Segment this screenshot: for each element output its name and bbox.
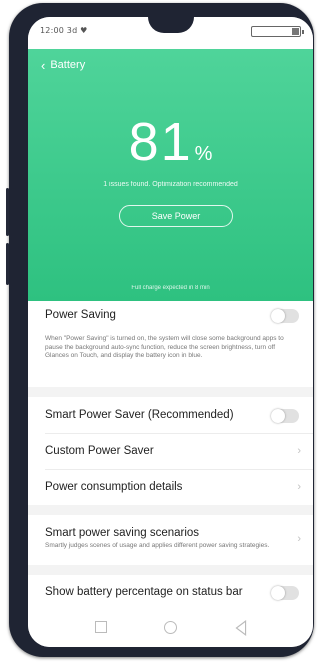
power-saving-description: When "Power Saving" is turned on, the sy…	[45, 335, 284, 359]
power-saving-toggle[interactable]	[271, 309, 299, 323]
circle-icon[interactable]	[164, 621, 177, 634]
page-title: Battery	[50, 59, 86, 71]
battery-level-fill	[292, 28, 299, 35]
smart-power-saver-row[interactable]: Smart Power Saver (Recommended)	[28, 397, 313, 433]
custom-power-saver-label: Custom Power Saver	[45, 445, 154, 457]
chevron-right-icon: ›	[297, 445, 301, 457]
smart-scenarios-label: Smart power saving scenarios	[45, 527, 200, 539]
chevron-left-icon: ‹	[41, 57, 46, 73]
power-saving-label: Power Saving	[45, 309, 116, 321]
square-icon[interactable]	[95, 621, 107, 633]
toggle-knob	[271, 586, 285, 600]
screen: 12:00 3d ♥ ‹ Battery 81% 1 issues found.…	[28, 17, 313, 647]
smart-power-saver-label: Smart Power Saver (Recommended)	[45, 409, 234, 421]
smart-scenarios-row[interactable]: Smart power saving scenarios Smartly jud…	[28, 515, 313, 565]
power-consumption-label: Power consumption details	[45, 481, 183, 493]
chevron-right-icon: ›	[297, 481, 301, 493]
battery-nub	[302, 30, 304, 34]
smart-scenarios-description: Smartly judges scenes of usage and appli…	[45, 542, 270, 549]
show-percentage-toggle[interactable]	[271, 586, 299, 600]
navigation-bar	[28, 611, 313, 647]
custom-power-saver-row[interactable]: Custom Power Saver ›	[28, 434, 313, 469]
battery-percentage: 81%	[28, 111, 313, 173]
toggle-knob	[271, 309, 285, 323]
battery-hero: ‹ Battery 81% 1 issues found. Optimizati…	[28, 49, 313, 301]
power-saving-section: Power Saving When "Power Saving" is turn…	[28, 301, 313, 387]
camera-notch	[148, 17, 194, 33]
issue-status-text[interactable]: 1 issues found. Optimization recommended	[28, 181, 313, 188]
full-charge-text: Full charge expected in 8 min	[131, 285, 210, 291]
toggle-knob	[271, 409, 285, 423]
power-consumption-row[interactable]: Power consumption details ›	[28, 470, 313, 505]
power-button	[6, 243, 9, 285]
status-time: 12:00 3d ♥	[40, 26, 88, 35]
save-power-button[interactable]: Save Power	[119, 205, 233, 227]
battery-percent-value: 81	[128, 112, 193, 172]
smart-power-saver-toggle[interactable]	[271, 409, 299, 423]
power-options-list: Smart Power Saver (Recommended) Custom P…	[28, 397, 313, 505]
status-bar: 12:00 3d ♥	[28, 17, 313, 49]
triangle-icon[interactable]	[233, 620, 249, 636]
back-button[interactable]: ‹ Battery	[41, 57, 86, 73]
battery-status-icon	[251, 26, 304, 37]
percent-sign: %	[194, 143, 213, 165]
show-percentage-label: Show battery percentage on status bar	[45, 586, 243, 598]
volume-button	[6, 188, 9, 236]
chevron-right-icon: ›	[297, 533, 301, 545]
show-percentage-row[interactable]: Show battery percentage on status bar	[28, 575, 313, 611]
phone-frame: 12:00 3d ♥ ‹ Battery 81% 1 issues found.…	[6, 3, 314, 657]
